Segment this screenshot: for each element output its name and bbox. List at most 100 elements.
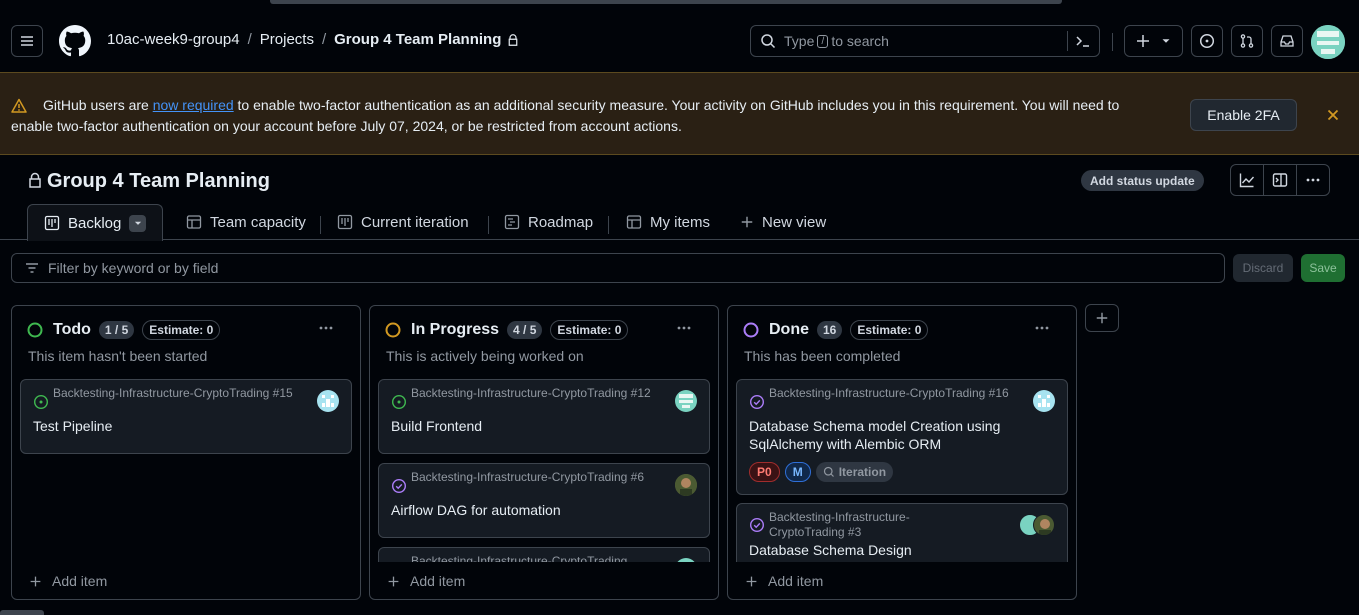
- tab-team-capacity[interactable]: Team capacity: [186, 204, 306, 240]
- breadcrumb-separator: /: [247, 31, 252, 48]
- project-board-icon: [337, 214, 353, 230]
- status-circle-icon: [743, 322, 759, 338]
- breadcrumb-org[interactable]: 10ac-week9-group4: [107, 31, 240, 48]
- card-list: Backtesting-Infrastructure-CryptoTrading…: [736, 378, 1068, 562]
- card-repo[interactable]: Backtesting-Infrastructure-CryptoTrading…: [769, 386, 1015, 401]
- column-menu-icon[interactable]: [1034, 320, 1050, 336]
- tab-backlog[interactable]: Backlog: [27, 204, 164, 241]
- breadcrumb-separator: /: [321, 31, 327, 48]
- issue-card[interactable]: Backtesting-Infrastructure-CryptoTrading…: [378, 379, 710, 454]
- iteration-label[interactable]: Iteration: [815, 462, 894, 482]
- command-palette-icon[interactable]: [1075, 33, 1091, 49]
- enable-2fa-button[interactable]: Enable 2FA: [1190, 99, 1297, 131]
- discard-button[interactable]: Discard: [1233, 254, 1293, 282]
- project-menu-button[interactable]: [1297, 165, 1329, 195]
- column-header: Done 16 Estimate: 0: [743, 320, 929, 340]
- card-title[interactable]: Test Pipeline: [33, 417, 112, 435]
- size-label[interactable]: M: [784, 462, 811, 482]
- breadcrumb-project[interactable]: Group 4 Team Planning: [334, 31, 501, 48]
- project-title[interactable]: Group 4 Team Planning: [47, 170, 270, 193]
- card-title[interactable]: Database Schema model Creation using Sql…: [749, 417, 1039, 453]
- github-logo-icon[interactable]: [59, 25, 91, 57]
- column-estimate: Estimate: 0: [142, 320, 221, 340]
- assignee-avatar[interactable]: [675, 474, 697, 496]
- tab-roadmap[interactable]: Roadmap: [504, 204, 593, 240]
- breadcrumb-projects[interactable]: Projects: [260, 31, 314, 48]
- save-button[interactable]: Save: [1301, 254, 1345, 282]
- card-title[interactable]: Airflow DAG for automation: [391, 501, 561, 519]
- card-repo[interactable]: Backtesting-Infrastructure-CryptoTrading…: [411, 386, 657, 401]
- add-item-button[interactable]: Add item: [745, 573, 823, 589]
- tab-my-items[interactable]: My items: [626, 204, 710, 240]
- tab-options-button[interactable]: [129, 214, 147, 232]
- global-header: 10ac-week9-group4 / Projects / Group 4 T…: [0, 5, 1359, 72]
- assignee-avatar[interactable]: [317, 390, 339, 412]
- search-input[interactable]: Type / to search: [750, 25, 1100, 57]
- add-item-button[interactable]: Add item: [29, 573, 107, 589]
- issue-card[interactable]: Backtesting-Infrastructure-CryptoTrading…: [378, 463, 710, 538]
- two-factor-banner: GitHub users are now required to enable …: [0, 72, 1359, 155]
- issue-closed-icon: [749, 394, 765, 410]
- issue-card[interactable]: Backtesting-Infrastructure-CryptoTrading…: [736, 379, 1068, 495]
- table-icon: [186, 215, 202, 229]
- menu-button[interactable]: [11, 25, 43, 57]
- pull-requests-button[interactable]: [1231, 25, 1263, 57]
- filter-input[interactable]: Filter by keyword or by field: [11, 253, 1225, 283]
- inbox-button[interactable]: [1271, 25, 1303, 57]
- project-tools: [1230, 164, 1330, 196]
- table-icon: [626, 215, 642, 229]
- iterations-icon: [823, 466, 834, 477]
- filter-placeholder: Filter by keyword or by field: [48, 260, 219, 276]
- tab-label: Roadmap: [528, 213, 594, 231]
- card-repo[interactable]: Backtesting-Infrastructure-CryptoTrading…: [53, 386, 299, 401]
- add-status-update-button[interactable]: Add status update: [1081, 170, 1204, 191]
- column-menu-icon[interactable]: [318, 320, 334, 336]
- issues-button[interactable]: [1191, 25, 1223, 57]
- tab-label: Team capacity: [210, 213, 306, 231]
- tab-divider: [488, 216, 489, 234]
- assignee-avatar[interactable]: [1033, 390, 1055, 412]
- search-divider: [1067, 31, 1068, 51]
- card-repo[interactable]: Backtesting-Infrastructure-CryptoTrading…: [411, 470, 657, 485]
- tab-current-iteration[interactable]: Current iteration: [337, 204, 469, 240]
- issue-opened-icon: [1199, 33, 1215, 49]
- card-repo[interactable]: Backtesting-Infrastructure-CryptoTrading…: [769, 510, 949, 540]
- issue-card[interactable]: Backtesting-Infrastructure-CryptoTrading…: [736, 503, 1068, 562]
- search-placeholder-post: to search: [831, 33, 889, 49]
- card-repo[interactable]: Backtesting-Infrastructure-CryptoTrading: [411, 554, 657, 562]
- create-new-button[interactable]: [1124, 25, 1183, 57]
- tab-divider: [608, 216, 609, 234]
- now-required-link[interactable]: now required: [153, 97, 234, 113]
- card-title[interactable]: Database Schema Design: [749, 541, 912, 559]
- assignee-avatar[interactable]: [675, 390, 697, 412]
- horizontal-scrollbar[interactable]: [270, 0, 1062, 4]
- user-avatar[interactable]: [1311, 25, 1345, 59]
- column-menu-icon[interactable]: [676, 320, 692, 336]
- assignee-avatar[interactable]: [1033, 514, 1055, 536]
- board-column-in-progress: In Progress 4 / 5 Estimate: 0 This is ac…: [369, 305, 719, 600]
- priority-label[interactable]: P0: [749, 462, 780, 482]
- add-column-button[interactable]: [1085, 304, 1119, 332]
- card-title[interactable]: Build Frontend: [391, 417, 482, 435]
- tab-label: Current iteration: [361, 213, 469, 231]
- column-name: Done: [769, 321, 809, 338]
- add-item-label: Add item: [410, 573, 466, 589]
- issue-opened-icon: [391, 394, 407, 410]
- plus-icon: [746, 576, 757, 586]
- plus-icon: [741, 216, 753, 228]
- issue-closed-icon: [391, 478, 407, 494]
- plus-icon: [1096, 312, 1108, 324]
- new-view-button[interactable]: New view: [740, 204, 826, 240]
- issue-card[interactable]: Backtesting-Infrastructure-CryptoTrading: [378, 547, 710, 562]
- close-icon[interactable]: [1325, 107, 1341, 123]
- insights-button[interactable]: [1231, 165, 1264, 195]
- bottom-scrollbar[interactable]: [0, 610, 44, 615]
- column-count: 1 / 5: [98, 321, 135, 339]
- side-panel-button[interactable]: [1264, 165, 1297, 195]
- tab-divider: [320, 216, 321, 234]
- plus-icon: [1136, 35, 1149, 47]
- search-shortcut-key: /: [817, 34, 829, 48]
- add-item-button[interactable]: Add item: [387, 573, 465, 589]
- assignee-avatar[interactable]: [675, 558, 697, 562]
- issue-card[interactable]: Backtesting-Infrastructure-CryptoTrading…: [20, 379, 352, 454]
